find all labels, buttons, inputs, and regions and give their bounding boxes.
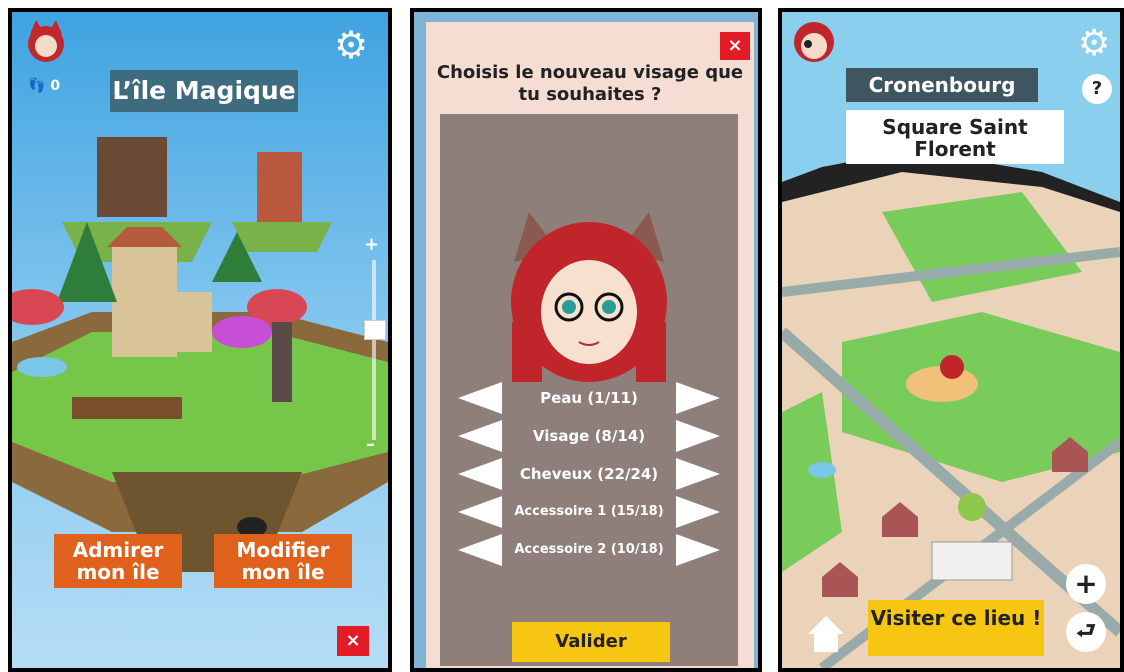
- face-dialog: × Choisis le nouveau visage que tu souha…: [426, 22, 754, 668]
- option-row: Cheveux (22/24): [440, 454, 738, 494]
- arrow-left-icon[interactable]: [458, 382, 502, 414]
- face-prompt: Choisis le nouveau visage que tu souhait…: [436, 62, 744, 105]
- option-label: Accessoire 2 (10/18): [502, 536, 676, 564]
- arrow-right-icon[interactable]: [676, 382, 720, 414]
- gear-icon[interactable]: ⚙: [1078, 26, 1110, 62]
- option-row: Accessoire 1 (15/18): [440, 492, 738, 532]
- option-row: Visage (8/14): [440, 416, 738, 456]
- option-row: Accessoire 2 (10/18): [440, 530, 738, 570]
- zoom-minus-icon[interactable]: –: [366, 434, 375, 455]
- district-label: Cronenbourg: [846, 68, 1038, 102]
- face-editor-screen: × Choisis le nouveau visage que tu souha…: [410, 8, 762, 672]
- arrow-right-icon[interactable]: [676, 496, 720, 528]
- zoom-in-button[interactable]: +: [1066, 564, 1106, 604]
- arrow-right-icon[interactable]: [676, 458, 720, 490]
- help-button[interactable]: ?: [1082, 74, 1112, 104]
- avatar[interactable]: [792, 20, 836, 64]
- exit-icon[interactable]: ⮐: [1066, 612, 1106, 652]
- zoom-plus-icon[interactable]: +: [364, 234, 379, 255]
- map-screen: ⚙ Cronenbourg ? Square Saint Florent Vis…: [778, 8, 1124, 672]
- footsteps-count: 0: [50, 78, 61, 94]
- option-label: Accessoire 1 (15/18): [502, 498, 676, 526]
- arrow-left-icon[interactable]: [458, 458, 502, 490]
- admire-island-button[interactable]: Admirer mon île: [54, 534, 182, 588]
- character-portrait: [511, 212, 667, 382]
- footprint-icon: 👣: [28, 78, 46, 94]
- zoom-slider-track[interactable]: [372, 260, 376, 440]
- option-row: Peau (1/11): [440, 378, 738, 418]
- avatar[interactable]: [26, 20, 66, 64]
- island-screen: 👣 0 ⚙ L’île Magique + – Admirer mon île …: [8, 8, 392, 672]
- place-name: Square Saint Florent: [846, 110, 1064, 164]
- arrow-left-icon[interactable]: [458, 534, 502, 566]
- validate-button[interactable]: Valider: [512, 622, 670, 662]
- arrow-left-icon[interactable]: [458, 420, 502, 452]
- arrow-left-icon[interactable]: [458, 496, 502, 528]
- island-title: L’île Magique: [110, 70, 298, 112]
- option-label: Cheveux (22/24): [502, 460, 676, 488]
- zoom-slider-handle[interactable]: [364, 320, 386, 340]
- option-label: Peau (1/11): [502, 384, 676, 412]
- close-button[interactable]: ×: [337, 626, 369, 656]
- options-panel: Peau (1/11) Visage (8/14) Cheveux (22/24…: [440, 114, 738, 666]
- arrow-right-icon[interactable]: [676, 534, 720, 566]
- modify-island-button[interactable]: Modifier mon île: [214, 534, 352, 588]
- visit-place-button[interactable]: Visiter ce lieu !: [868, 600, 1044, 656]
- arrow-right-icon[interactable]: [676, 420, 720, 452]
- gear-icon[interactable]: ⚙: [334, 26, 368, 64]
- option-label: Visage (8/14): [502, 422, 676, 450]
- footsteps-counter: 👣 0: [28, 78, 60, 94]
- close-button[interactable]: ×: [720, 32, 750, 60]
- home-icon[interactable]: [806, 614, 846, 654]
